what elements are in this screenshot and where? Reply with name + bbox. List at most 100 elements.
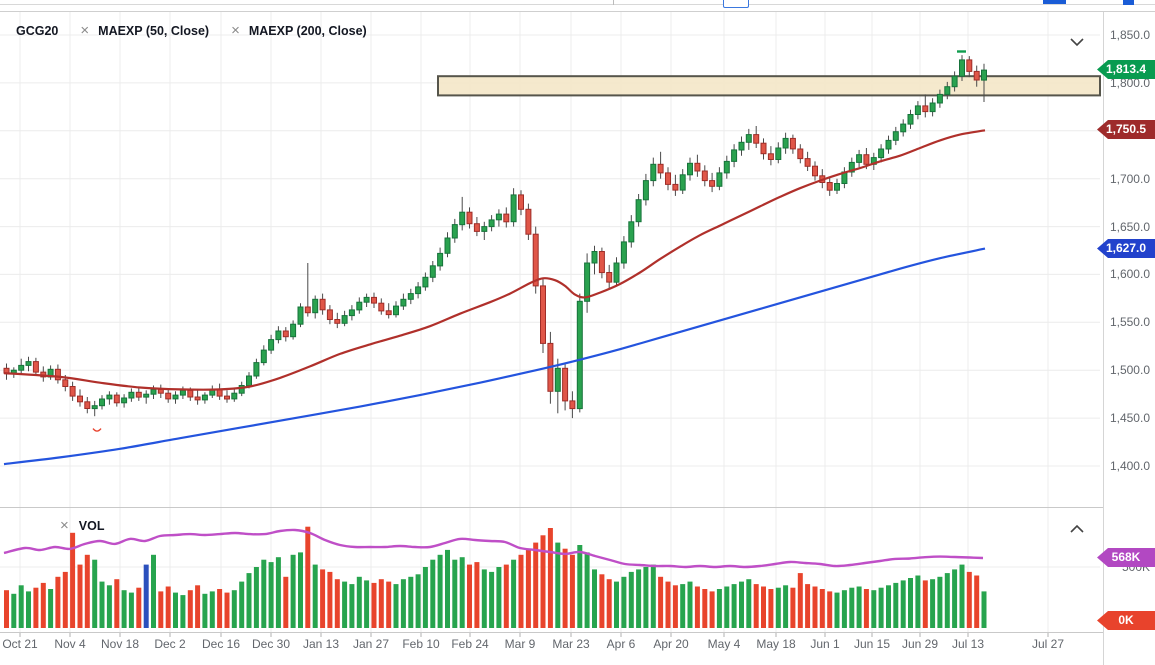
candle-body — [782, 137, 789, 149]
candle-body — [135, 391, 142, 398]
candle-body — [525, 208, 532, 235]
volume-bar — [511, 559, 517, 628]
volume-bar — [474, 562, 480, 628]
volume-ma-line — [3, 528, 984, 569]
candle-body — [224, 395, 230, 400]
candle-body — [606, 272, 613, 283]
candle-body — [679, 174, 686, 191]
candle-body — [444, 237, 451, 254]
indicator-ma50-label[interactable]: MAEXP (50, Close) — [98, 24, 209, 38]
volume-bar — [92, 559, 98, 628]
candle-body — [731, 149, 738, 162]
price-axis-label: 1,700.0 — [1109, 172, 1150, 186]
volume-bar — [195, 585, 201, 628]
chart-plot-area[interactable] — [0, 0, 1103, 665]
candle-body — [834, 183, 840, 191]
volume-bar — [77, 564, 83, 628]
date-axis-label: Jun 15 — [853, 637, 891, 651]
volume-bar — [878, 587, 884, 628]
candle-body — [797, 148, 804, 160]
candle-body — [473, 223, 480, 232]
candle-body — [481, 226, 488, 232]
candle-body — [738, 141, 745, 151]
volume-bar — [636, 569, 642, 628]
price-axis-label: 1,850.0 — [1109, 28, 1150, 42]
date-axis-label: Nov 4 — [54, 637, 86, 651]
price-axis-label: 1,400.0 — [1109, 459, 1150, 473]
candle-body — [635, 199, 642, 223]
candle-body — [429, 265, 436, 278]
ma200-value-tag: 1,627.0 — [1097, 239, 1155, 258]
candle-body — [231, 392, 238, 400]
volume-bar — [863, 589, 869, 628]
expand-volume-pane-button[interactable] — [1069, 521, 1085, 533]
volume-bar — [930, 579, 936, 628]
volume-bar — [680, 584, 686, 628]
candle-body — [246, 375, 252, 387]
volume-bar — [48, 589, 54, 628]
price-axis-label: 1,550.0 — [1109, 315, 1150, 329]
volume-bar — [834, 592, 840, 628]
volume-bar — [422, 567, 428, 628]
volume-bar — [577, 545, 583, 628]
volume-bar — [569, 554, 575, 628]
volume-bar — [364, 580, 370, 628]
price-axis-label: 1,600.0 — [1109, 267, 1150, 281]
candle-body — [268, 339, 275, 351]
remove-volume-icon[interactable]: × — [60, 518, 69, 533]
candle-body — [165, 392, 172, 400]
volume-bar — [342, 581, 348, 628]
volume-bar — [187, 590, 193, 628]
volume-bar — [62, 571, 68, 628]
candle-body — [672, 183, 679, 191]
volume-bar — [871, 590, 877, 628]
candle-body — [415, 286, 422, 295]
volume-bar — [158, 591, 164, 628]
volume-bar — [915, 575, 921, 628]
date-axis-label: May 4 — [707, 637, 741, 651]
ma50-value-tag: 1,750.5 — [1097, 120, 1155, 139]
candle-body — [642, 180, 649, 201]
candle-body — [701, 170, 708, 182]
price-axis[interactable]: 1,850.01,800.01,750.01,700.01,650.01,600… — [1103, 12, 1155, 665]
collapse-price-pane-button[interactable] — [1069, 34, 1085, 47]
candle-body — [518, 194, 524, 210]
chevron-down-icon — [1070, 38, 1084, 47]
remove-ma50-icon[interactable]: × — [80, 23, 89, 38]
candle-body — [929, 102, 936, 113]
indicator-ma200-label[interactable]: MAEXP (200, Close) — [249, 24, 367, 38]
date-axis-label: Nov 18 — [100, 637, 140, 651]
remove-ma200-icon[interactable]: × — [231, 23, 240, 38]
volume-bar — [944, 573, 950, 628]
candle-body — [628, 221, 635, 243]
volume-bar — [584, 552, 590, 628]
volume-bar — [606, 579, 612, 628]
candle-body — [194, 396, 201, 401]
candle-body — [179, 389, 186, 396]
price-band-drawing[interactable] — [437, 75, 1101, 97]
volume-bar — [121, 590, 127, 628]
volume-bar — [268, 562, 274, 628]
volume-bar — [753, 584, 759, 628]
volume-bar — [841, 590, 847, 628]
volume-label: VOL — [78, 519, 105, 533]
candle-body — [709, 180, 716, 187]
candle-body — [451, 224, 458, 239]
candle-body — [973, 70, 980, 81]
volume-bar — [415, 574, 421, 628]
volume-bar — [621, 576, 627, 628]
volume-bar — [452, 559, 458, 628]
date-axis-label: Feb 10 — [402, 637, 440, 651]
volume-bar — [768, 589, 774, 628]
volume-bar — [761, 586, 766, 628]
candle-body — [84, 401, 91, 409]
price-axis-label: 1,450.0 — [1109, 411, 1150, 425]
candle-body — [172, 394, 179, 400]
candle-body — [892, 131, 899, 141]
date-axis-label: Mar 23 — [552, 637, 590, 651]
candle-body — [371, 296, 377, 304]
candle-body — [620, 241, 627, 264]
candle-body — [150, 388, 157, 395]
candle-body — [767, 153, 774, 161]
volume-bar — [922, 580, 928, 628]
